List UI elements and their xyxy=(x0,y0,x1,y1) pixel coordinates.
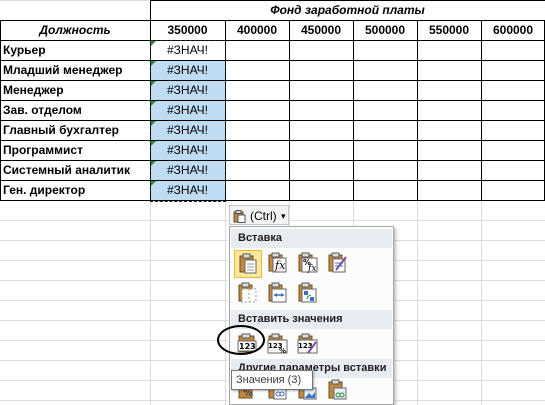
paste-section-header: Вставка xyxy=(231,229,392,248)
keep-source-formatting-icon[interactable] xyxy=(324,250,352,278)
table-title: Фонд заработной платы xyxy=(270,3,425,17)
position-cell[interactable]: Курьер xyxy=(0,40,150,60)
transpose-icon[interactable] xyxy=(294,280,322,308)
error-cell[interactable]: #ЗНАЧ! xyxy=(150,60,225,80)
salary-header-cell[interactable]: 450000 xyxy=(289,20,353,40)
salary-header-cell[interactable]: 550000 xyxy=(417,20,481,40)
salary-header-cell[interactable]: 500000 xyxy=(353,20,417,40)
chevron-down-icon: ▾ xyxy=(281,211,286,221)
svg-text:fx: fx xyxy=(274,259,286,272)
paste-options-button[interactable]: (Ctrl) ▾ xyxy=(229,205,289,225)
error-cell[interactable]: #ЗНАЧ! xyxy=(150,40,225,60)
error-cell[interactable]: #ЗНАЧ! xyxy=(150,100,225,120)
error-cell[interactable]: #ЗНАЧ! xyxy=(150,80,225,100)
paste-values-section-header: Вставить значения xyxy=(231,310,392,329)
highlight-circle xyxy=(217,325,265,355)
error-cell[interactable]: #ЗНАЧ! xyxy=(150,160,225,180)
svg-text:%: % xyxy=(279,347,286,355)
keep-column-widths-icon[interactable] xyxy=(264,280,292,308)
formulas-number-format-icon[interactable]: % fx xyxy=(294,250,322,278)
values-tooltip: Значения (3) xyxy=(231,370,313,390)
position-header: Должность xyxy=(39,23,111,37)
position-cell[interactable]: Зав. отделом xyxy=(0,100,150,120)
error-cell[interactable]: #ЗНАЧ! xyxy=(150,120,225,140)
values-number-format-icon[interactable]: 123% xyxy=(264,331,292,359)
no-borders-icon[interactable] xyxy=(234,280,262,308)
paste-icon[interactable] xyxy=(234,250,262,278)
error-cell[interactable]: #ЗНАЧ! xyxy=(150,180,225,200)
position-cell[interactable]: Младший менеджер xyxy=(0,60,150,80)
position-cell[interactable]: Менеджер xyxy=(0,80,150,100)
salary-header-cell[interactable]: 350000 xyxy=(150,20,225,40)
error-cell[interactable]: #ЗНАЧ! xyxy=(150,140,225,160)
salary-header-cell[interactable]: 600000 xyxy=(481,20,545,40)
salary-header-cell[interactable]: 400000 xyxy=(225,20,289,40)
paste-options-label: (Ctrl) xyxy=(250,209,277,223)
linked-picture-icon[interactable] xyxy=(324,377,352,405)
position-cell[interactable]: Программист xyxy=(0,140,150,160)
position-cell[interactable]: Главный бухгалтер xyxy=(0,120,150,140)
formulas-icon[interactable]: fx xyxy=(264,250,292,278)
clipboard-icon xyxy=(233,209,246,223)
svg-text:fx: fx xyxy=(307,264,316,274)
position-cell[interactable]: Системный аналитик xyxy=(0,160,150,180)
position-cell[interactable]: Ген. директор xyxy=(0,180,150,200)
values-source-formatting-icon[interactable]: 123 xyxy=(294,331,322,359)
